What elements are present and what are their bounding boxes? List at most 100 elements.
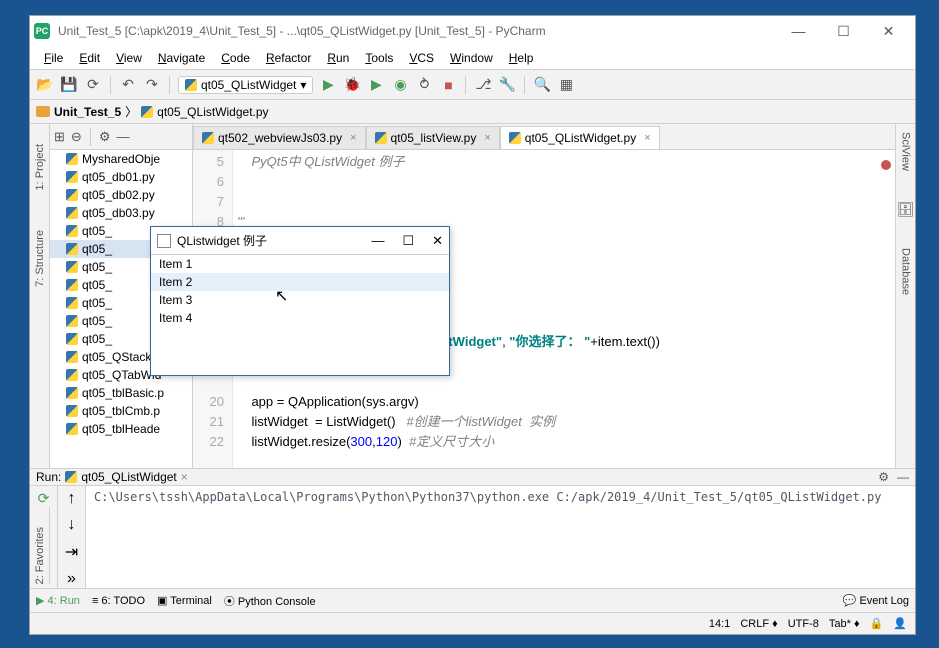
lock-icon[interactable]: 🔒 — [870, 617, 884, 630]
gear-icon[interactable]: ⚙ — [878, 470, 889, 484]
tree-item-label: qt05_tblBasic.p — [82, 386, 164, 400]
list-item[interactable]: Item 1 — [151, 255, 449, 273]
breadcrumb-file[interactable]: qt05_QListWidget.py — [157, 105, 268, 119]
settings-icon[interactable]: 🔧 — [498, 76, 516, 94]
more-icon[interactable]: » — [67, 570, 76, 588]
tree-item-label: qt05_tblHeade — [82, 422, 160, 436]
close-tab-icon[interactable]: × — [350, 132, 356, 144]
vcs-icon[interactable]: ⎇ — [474, 76, 492, 94]
coverage-icon[interactable]: ▶ — [367, 76, 385, 94]
database-icon[interactable]: 🗄 — [897, 201, 915, 218]
list-item[interactable]: Item 3 — [151, 291, 449, 309]
close-button[interactable]: ✕ — [866, 17, 911, 45]
database-tool-button[interactable]: Database — [900, 248, 912, 295]
menu-vcs[interactable]: VCS — [401, 49, 442, 67]
python-icon — [202, 132, 214, 144]
python-icon — [66, 423, 78, 435]
maximize-button[interactable]: ☐ — [821, 17, 866, 45]
dialog-list[interactable]: Item 1Item 2Item 3Item 4 — [151, 255, 449, 327]
caret-position[interactable]: 14:1 — [709, 618, 730, 630]
indent-setting[interactable]: Tab* ♦ — [829, 618, 860, 630]
qlistwidget-dialog: QListwidget 例子 — ☐ ✕ Item 1Item 2Item 3I… — [150, 226, 450, 376]
python-console-tool-button[interactable]: ⦿ Python Console — [224, 593, 316, 609]
run-panel: Run: qt05_QListWidget × ⚙ — ⟳ ■ ⏸ ✕ ↑ ↓ … — [30, 468, 915, 588]
profile-icon[interactable]: ◉ — [391, 76, 409, 94]
tree-item[interactable]: qt05_tblBasic.p — [50, 384, 192, 402]
run-config-selector[interactable]: qt05_QListWidget ▾ — [178, 76, 313, 94]
rerun-icon[interactable]: ⟳ — [38, 490, 50, 507]
file-encoding[interactable]: UTF-8 — [788, 618, 819, 630]
tree-item[interactable]: MysharedObje — [50, 150, 192, 168]
chevron-down-icon: ▾ — [300, 78, 306, 92]
hide-icon[interactable]: — — [897, 470, 909, 484]
stop-icon[interactable]: ■ — [439, 76, 457, 94]
todo-tool-button[interactable]: ≡ 6: TODO — [92, 595, 145, 607]
dialog-close-button[interactable]: ✕ — [432, 233, 443, 249]
editor-tabs: qt502_webviewJs03.py×qt05_listView.py×qt… — [193, 124, 895, 150]
menu-refactor[interactable]: Refactor — [258, 49, 319, 67]
search-icon[interactable]: 🔍 — [533, 76, 551, 94]
tree-item[interactable]: qt05_tblCmb.p — [50, 402, 192, 420]
tree-item[interactable]: qt05_db03.py — [50, 204, 192, 222]
dialog-titlebar[interactable]: QListwidget 例子 — ☐ ✕ — [151, 227, 449, 255]
error-indicator-icon[interactable] — [881, 160, 891, 170]
menu-code[interactable]: Code — [213, 49, 258, 67]
close-tab-icon[interactable]: × — [644, 132, 650, 144]
list-item[interactable]: Item 4 — [151, 309, 449, 327]
editor-tab[interactable]: qt502_webviewJs03.py× — [193, 126, 366, 149]
event-log-button[interactable]: 💬 Event Log — [843, 594, 909, 607]
line-separator[interactable]: CRLF ♦ — [740, 618, 777, 630]
inspect-icon[interactable]: 👤 — [893, 617, 907, 630]
hide-icon[interactable]: — — [116, 129, 129, 144]
close-tab-icon[interactable]: × — [181, 470, 188, 484]
tree-item[interactable]: qt05_tblHeade — [50, 420, 192, 438]
menu-navigate[interactable]: Navigate — [150, 49, 213, 67]
more-icon[interactable]: ▦ — [557, 76, 575, 94]
down-icon[interactable]: ↓ — [68, 516, 76, 534]
python-icon — [375, 132, 387, 144]
structure-tool-button[interactable]: 7: Structure — [34, 230, 46, 287]
terminal-tool-button[interactable]: ▣ Terminal — [157, 594, 212, 607]
dialog-minimize-button[interactable]: — — [371, 233, 384, 249]
breadcrumb: Unit_Test_5 〉 qt05_QListWidget.py — [30, 100, 915, 124]
open-icon[interactable]: 📂 — [36, 76, 54, 94]
refresh-icon[interactable]: ⟳ — [84, 76, 102, 94]
python-icon — [185, 79, 197, 91]
list-item[interactable]: Item 2 — [151, 273, 449, 291]
tree-item[interactable]: qt05_db02.py — [50, 186, 192, 204]
sciview-tool-button[interactable]: SciView — [900, 132, 912, 171]
run-panel-tab[interactable]: qt05_QListWidget — [81, 470, 176, 484]
favorites-tool-button[interactable]: 2: Favorites — [34, 527, 46, 584]
collapse-icon[interactable]: ⊖ — [71, 129, 82, 145]
tree-item[interactable]: qt05_db01.py — [50, 168, 192, 186]
menu-tools[interactable]: Tools — [357, 49, 401, 67]
undo-icon[interactable]: ↶ — [119, 76, 137, 94]
breadcrumb-project[interactable]: Unit_Test_5 — [54, 105, 121, 119]
minimize-button[interactable]: — — [776, 17, 821, 45]
wrap-icon[interactable]: ⇥ — [65, 542, 78, 562]
project-tool-button[interactable]: 1: Project — [34, 144, 46, 190]
dialog-maximize-button[interactable]: ☐ — [402, 233, 414, 249]
close-tab-icon[interactable]: × — [484, 132, 490, 144]
locate-icon[interactable]: ⊞ — [54, 129, 65, 145]
python-icon — [509, 132, 521, 144]
gear-icon[interactable]: ⚙ — [99, 129, 111, 145]
run-tool-button[interactable]: ▶ 4: Run — [36, 594, 80, 607]
menu-view[interactable]: View — [108, 49, 150, 67]
editor-tab[interactable]: qt05_listView.py× — [366, 126, 500, 149]
run-output[interactable]: C:\Users\tssh\AppData\Local\Programs\Pyt… — [86, 486, 915, 588]
menu-edit[interactable]: Edit — [71, 49, 108, 67]
project-toolbar: ⊞ ⊖ ⚙ — — [50, 124, 192, 150]
menu-window[interactable]: Window — [442, 49, 501, 67]
editor-tab[interactable]: qt05_QListWidget.py× — [500, 126, 660, 149]
attach-icon[interactable]: ⥁ — [415, 76, 433, 94]
menu-run[interactable]: Run — [319, 49, 357, 67]
debug-icon[interactable]: 🐞 — [343, 76, 361, 94]
up-icon[interactable]: ↑ — [68, 490, 76, 508]
menu-file[interactable]: File — [36, 49, 71, 67]
run-icon[interactable]: ▶ — [319, 76, 337, 94]
save-icon[interactable]: 💾 — [60, 76, 78, 94]
menu-help[interactable]: Help — [501, 49, 542, 67]
redo-icon[interactable]: ↷ — [143, 76, 161, 94]
python-icon — [66, 279, 78, 291]
